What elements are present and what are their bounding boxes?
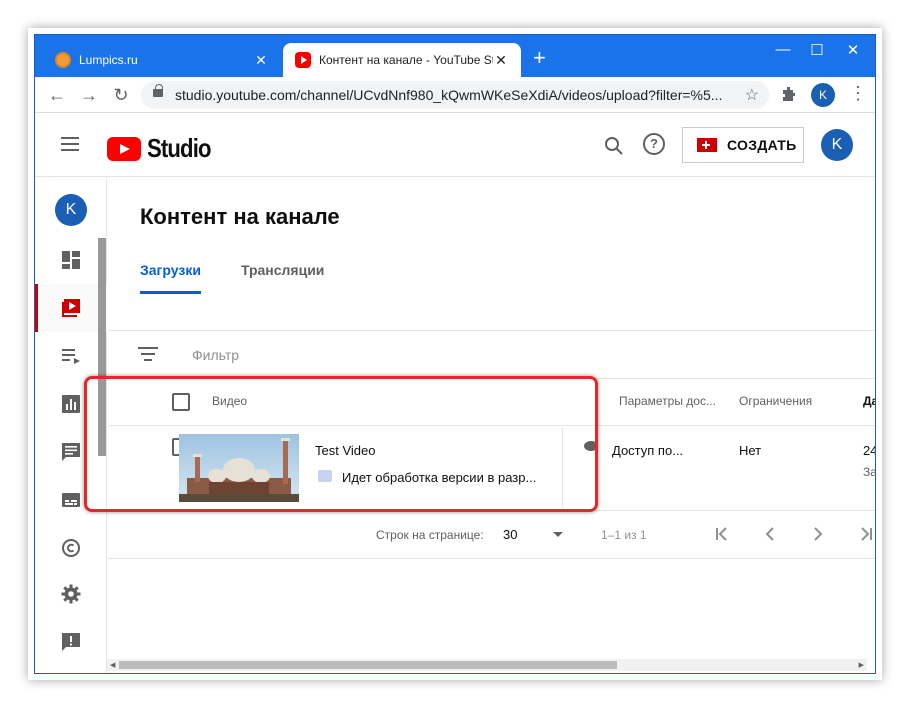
forward-icon[interactable]: → — [79, 85, 99, 105]
page-range: 1–1 из 1 — [601, 528, 647, 542]
content-tabs: Загрузки Трансляции — [140, 262, 364, 294]
create-button[interactable]: СОЗДАТЬ — [682, 127, 804, 163]
youtube-logo-icon — [107, 136, 141, 161]
first-page-icon[interactable] — [712, 524, 732, 544]
copyright-icon — [62, 539, 80, 557]
url-text: studio.youtube.com/channel/UCvdNnf980_kQ… — [175, 87, 723, 103]
browser-tab-youtube-studio[interactable]: Контент на канале - YouTube Studio ✕ — [283, 43, 521, 77]
column-header-restrictions[interactable]: Ограничения — [739, 394, 812, 408]
sidebar-item-dashboard[interactable] — [35, 236, 107, 284]
pagination-divider — [108, 558, 875, 559]
sidebar-item-feedback[interactable] — [35, 618, 107, 666]
sidebar-item-playlists[interactable] — [35, 332, 107, 380]
filter-input[interactable]: Фильтр — [192, 347, 239, 363]
scroll-left-icon[interactable]: ◀ — [110, 661, 115, 669]
lock-icon — [153, 84, 163, 97]
channel-avatar[interactable]: K — [55, 194, 87, 226]
content-icon — [62, 299, 80, 317]
studio-logo[interactable]: Studio — [107, 133, 222, 164]
help-icon[interactable]: ? — [643, 133, 665, 155]
scrollbar-thumb[interactable] — [119, 661, 617, 669]
video-restrictions: Нет — [739, 443, 762, 458]
sidebar-item-settings[interactable] — [35, 570, 107, 618]
playlists-icon — [62, 349, 80, 364]
back-icon[interactable]: ← — [47, 85, 67, 105]
tab-title: Lumpics.ru — [79, 53, 138, 67]
hamburger-menu-icon[interactable] — [61, 137, 79, 151]
lumpics-favicon-icon — [55, 52, 71, 68]
sidebar-item-content[interactable] — [35, 284, 107, 332]
browser-window: Lumpics.ru ✕ Контент на канале - YouTube… — [34, 34, 876, 674]
video-date-status: Загруже — [863, 465, 875, 479]
browser-profile-avatar[interactable]: K — [811, 83, 835, 107]
settings-icon — [61, 584, 81, 604]
subtitles-icon — [62, 493, 80, 507]
comments-icon — [62, 443, 80, 461]
next-page-icon[interactable] — [808, 524, 828, 544]
dashboard-icon — [62, 251, 80, 269]
logo-text: Studio — [147, 133, 211, 163]
column-header-visibility[interactable]: Параметры дос... — [619, 394, 716, 408]
rows-per-page-label: Строк на странице: — [376, 528, 484, 542]
new-tab-icon[interactable]: + — [533, 47, 546, 69]
date-header-label: Дата — [863, 394, 875, 408]
last-page-icon[interactable] — [856, 524, 876, 544]
minimize-icon[interactable]: — — [771, 41, 795, 58]
rows-per-page-select[interactable]: 30 — [503, 527, 517, 542]
account-avatar[interactable]: K — [821, 129, 853, 161]
address-bar[interactable]: studio.youtube.com/channel/UCvdNnf980_kQ… — [141, 81, 769, 109]
tabs-divider — [108, 330, 875, 331]
chevron-down-icon[interactable] — [553, 532, 563, 537]
youtube-favicon-icon — [295, 52, 311, 68]
browser-toolbar: ← → ↻ studio.youtube.com/channel/UCvdNnf… — [35, 77, 875, 113]
close-tab-icon[interactable]: ✕ — [253, 52, 269, 69]
reload-icon[interactable]: ↻ — [111, 85, 131, 105]
create-label: СОЗДАТЬ — [727, 137, 797, 153]
analytics-icon — [62, 395, 80, 413]
filter-icon[interactable] — [138, 347, 158, 363]
browser-titlebar: Lumpics.ru ✕ Контент на канале - YouTube… — [35, 35, 875, 77]
search-icon[interactable] — [603, 135, 625, 157]
browser-menu-icon[interactable]: ⋮ — [849, 83, 867, 104]
video-date: 24 апр. 2 — [863, 443, 875, 458]
browser-tab-lumpics[interactable]: Lumpics.ru ✕ — [43, 43, 281, 77]
column-header-date[interactable]: Дата ↓ — [863, 394, 875, 408]
studio-header: Studio ? СОЗДАТЬ K — [35, 113, 875, 177]
feedback-icon — [62, 633, 80, 651]
close-window-icon[interactable]: ✕ — [841, 41, 865, 59]
highlight-frame — [84, 376, 598, 512]
bookmark-star-icon[interactable]: ☆ — [745, 85, 759, 105]
create-video-icon — [697, 138, 717, 152]
scroll-right-icon[interactable]: ▶ — [859, 661, 864, 669]
page-title: Контент на канале — [140, 204, 340, 229]
extensions-icon[interactable] — [781, 86, 797, 102]
horizontal-scrollbar[interactable]: ◀ ▶ — [107, 659, 867, 671]
video-visibility[interactable]: Доступ по... — [612, 443, 683, 458]
close-tab-icon[interactable]: ✕ — [493, 52, 509, 69]
previous-page-icon[interactable] — [760, 524, 780, 544]
tab-uploads[interactable]: Загрузки — [140, 262, 201, 294]
tab-live[interactable]: Трансляции — [241, 262, 324, 294]
sidebar-item-copyright[interactable] — [35, 524, 107, 572]
tab-title: Контент на канале - YouTube Studio — [319, 53, 493, 67]
maximize-icon[interactable]: ☐ — [805, 41, 829, 59]
